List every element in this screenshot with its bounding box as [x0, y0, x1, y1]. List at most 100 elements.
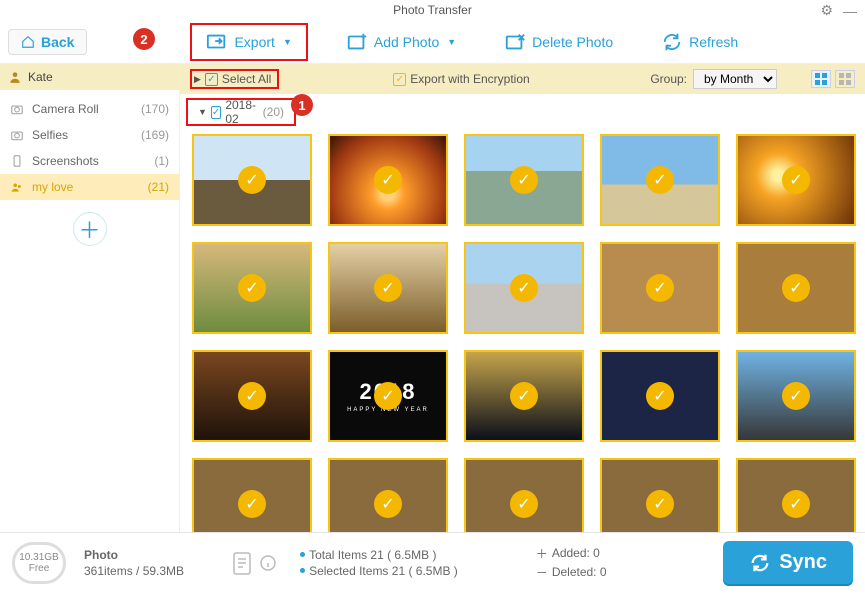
selected-check-icon: ✓	[238, 274, 266, 302]
clipboard-icon	[232, 550, 252, 576]
selected-check-icon: ✓	[374, 166, 402, 194]
delete-photo-label: Delete Photo	[532, 34, 613, 50]
sync-label: Sync	[779, 551, 827, 574]
photo-item[interactable]: ✓	[464, 242, 584, 334]
annotation-badge-1: 1	[291, 94, 313, 116]
encrypt-toggle[interactable]: ✓ Export with Encryption	[393, 72, 529, 86]
back-button[interactable]: Back	[8, 29, 87, 55]
info-icon[interactable]	[260, 555, 276, 571]
user-icon	[8, 70, 22, 84]
sidebar-item-screenshots[interactable]: Screenshots (1)	[0, 148, 179, 174]
album-list: Camera Roll (170) Selfies (169) Screensh…	[0, 90, 179, 200]
group-select[interactable]: by Month	[693, 69, 777, 89]
sidebar-item-selfies[interactable]: Selfies (169)	[0, 122, 179, 148]
sidebar: Kate Camera Roll (170) Selfies (169) Scr…	[0, 64, 180, 532]
export-button[interactable]: Export ▼	[190, 23, 307, 61]
select-all-label: Select All	[222, 72, 271, 86]
photo-item[interactable]: ✓	[464, 458, 584, 532]
photo-item[interactable]: ✓	[192, 242, 312, 334]
checkbox-checked-icon: ✓	[393, 73, 406, 86]
app-title: Photo Transfer	[393, 3, 472, 17]
date-group-count: (20)	[263, 105, 284, 119]
photo-item[interactable]: ✓	[328, 134, 448, 226]
grid-view-button[interactable]	[811, 70, 831, 88]
photo-item[interactable]: ✓	[600, 458, 720, 532]
photo-item[interactable]: ✓	[328, 242, 448, 334]
camera-icon	[10, 102, 24, 116]
add-photo-icon	[346, 31, 368, 53]
photo-item[interactable]: ✓	[736, 350, 856, 442]
export-icon	[206, 31, 228, 53]
people-icon	[10, 180, 24, 194]
photo-item[interactable]: ✓	[464, 134, 584, 226]
photo-item[interactable]: ✓	[192, 350, 312, 442]
group-label: Group:	[650, 72, 687, 86]
selected-check-icon: ✓	[782, 166, 810, 194]
refresh-button[interactable]: Refresh	[651, 27, 748, 57]
photo-item[interactable]: ✓	[736, 134, 856, 226]
photo-label: Photo	[84, 548, 184, 562]
list-view-button[interactable]	[835, 70, 855, 88]
selected-check-icon: ✓	[646, 382, 674, 410]
grid-icon	[815, 73, 827, 85]
photo-item[interactable]: ✓	[192, 458, 312, 532]
storage-value: 10.31GB	[19, 552, 58, 563]
home-icon	[21, 35, 35, 49]
photo-item[interactable]: ✓	[736, 458, 856, 532]
item-stats: Total Items 21 ( 6.5MB ) Selected Items …	[300, 548, 458, 578]
photo-item[interactable]: ✓	[600, 134, 720, 226]
selected-check-icon: ✓	[782, 274, 810, 302]
user-name: Kate	[28, 70, 53, 84]
minimize-icon[interactable]: —	[843, 3, 857, 19]
selected-check-icon: ✓	[782, 490, 810, 518]
added-count: Added: 0	[552, 546, 600, 560]
selected-check-icon: ✓	[510, 490, 538, 518]
photo-item[interactable]: ✓	[464, 350, 584, 442]
toolbar-actions: Export ▼ Add Photo ▼ Delete Photo Refres…	[190, 23, 748, 61]
photo-item[interactable]: 2018HAPPY NEW YEAR✓	[328, 350, 448, 442]
group-by: Group: by Month	[650, 69, 777, 89]
checkbox-checked-icon: ✓	[211, 106, 221, 119]
photo-grid-wrap[interactable]: ✓✓✓✓✓✓✓✓✓✓✓2018HAPPY NEW YEAR✓✓✓✓✓✓✓✓✓	[180, 126, 865, 532]
add-album-button[interactable]: ＋	[73, 212, 107, 246]
user-row[interactable]: Kate	[0, 64, 179, 90]
selected-check-icon: ✓	[238, 166, 266, 194]
photo-item[interactable]: ✓	[328, 458, 448, 532]
phone-icon	[10, 154, 24, 168]
content: ▶ ✓ Select All ✓ Export with Encryption …	[180, 64, 865, 532]
plus-icon: ＋	[78, 213, 100, 245]
selected-check-icon: ✓	[374, 490, 402, 518]
photo-item[interactable]: ✓	[600, 350, 720, 442]
expand-icon: ▶	[194, 74, 201, 85]
gear-icon[interactable]: ⚙	[820, 2, 833, 19]
photo-detail: 361items / 59.3MB	[84, 564, 184, 578]
sync-button[interactable]: Sync	[723, 541, 853, 584]
selected-check-icon: ✓	[510, 382, 538, 410]
export-label: Export	[234, 34, 274, 50]
photo-item[interactable]: ✓	[192, 134, 312, 226]
status-bar: 10.31GB Free Photo 361items / 59.3MB Tot…	[0, 532, 865, 592]
sync-icon	[749, 552, 771, 574]
selected-check-icon: ✓	[782, 382, 810, 410]
photo-item[interactable]: ✓	[600, 242, 720, 334]
total-items: Total Items 21 ( 6.5MB )	[309, 548, 436, 562]
view-toggle	[811, 70, 855, 88]
camera-icon	[10, 128, 24, 142]
refresh-icon	[661, 31, 683, 53]
refresh-label: Refresh	[689, 34, 738, 50]
add-photo-button[interactable]: Add Photo ▼	[336, 27, 466, 57]
sidebar-item-camera-roll[interactable]: Camera Roll (170)	[0, 96, 179, 122]
date-group-header[interactable]: ▼ ✓ 2018-02 (20)	[186, 98, 296, 126]
content-toolbar: ▶ ✓ Select All ✓ Export with Encryption …	[180, 64, 865, 94]
selected-check-icon: ✓	[646, 490, 674, 518]
photo-item[interactable]: ✓	[736, 242, 856, 334]
delete-photo-button[interactable]: Delete Photo	[494, 27, 623, 57]
list-icon	[839, 73, 851, 85]
selected-check-icon: ✓	[238, 382, 266, 410]
sidebar-item-my-love[interactable]: my love (21)	[0, 174, 179, 200]
select-all-toggle[interactable]: ▶ ✓ Select All	[190, 69, 279, 89]
deleted-count: Deleted: 0	[552, 565, 607, 579]
storage-stats: Photo 361items / 59.3MB	[84, 548, 184, 578]
collapse-icon: ▼	[198, 107, 207, 117]
date-group-label: 2018-02	[225, 98, 258, 126]
